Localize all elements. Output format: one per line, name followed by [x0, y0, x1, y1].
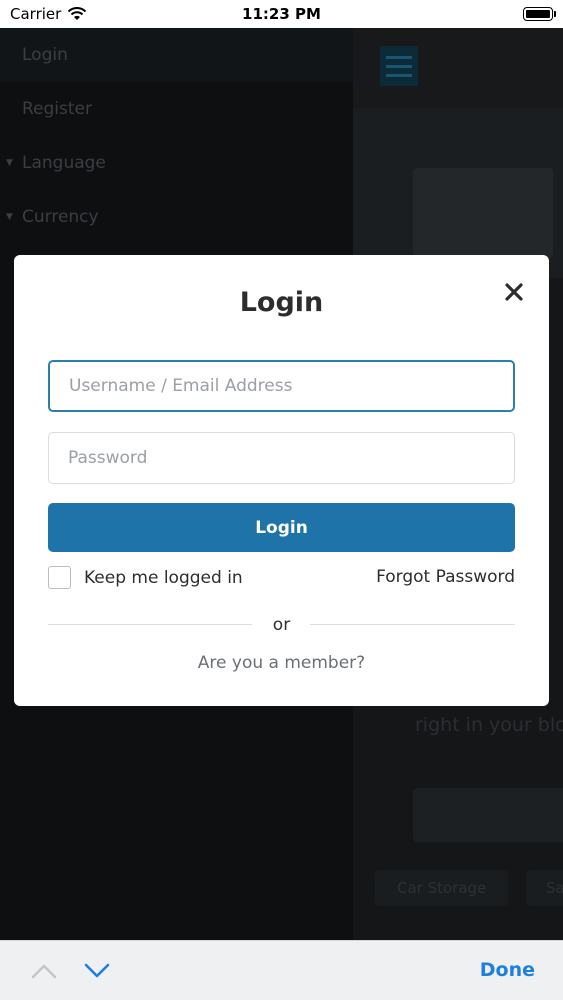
divider-right	[310, 624, 515, 625]
hero-image	[353, 108, 563, 278]
caret-down-icon: ▼	[6, 212, 13, 222]
keyboard-accessory-bar: Done	[0, 940, 563, 1000]
side-menu-item-label: Register	[22, 99, 92, 119]
keep-logged-in-option[interactable]: Keep me logged in	[48, 566, 243, 589]
done-button[interactable]: Done	[480, 959, 535, 981]
category-pill: Sa	[526, 870, 563, 906]
carrier-label: Carrier	[10, 5, 62, 23]
keep-logged-in-label: Keep me logged in	[84, 567, 243, 588]
side-menu-item-register[interactable]: Register	[0, 82, 353, 136]
previous-field-icon[interactable]	[30, 961, 58, 981]
side-menu-item-language[interactable]: ▼ Language	[0, 136, 353, 190]
close-icon	[505, 283, 523, 301]
side-menu-item-label: Currency	[22, 207, 99, 227]
battery-level	[526, 10, 550, 18]
site-header	[353, 28, 563, 108]
username-input[interactable]	[48, 360, 515, 412]
side-menu-item-currency[interactable]: ▼ Currency	[0, 190, 353, 244]
hero-shape	[413, 168, 553, 258]
side-menu-item-login[interactable]: Login	[0, 28, 353, 82]
status-left: Carrier	[10, 5, 87, 23]
status-bar: Carrier 11:23 PM	[0, 0, 563, 28]
divider-or: or	[272, 615, 291, 635]
car-storage-pill: Car Storage	[375, 870, 509, 906]
hamburger-menu-icon[interactable]	[380, 46, 418, 86]
modal-title: Login	[239, 287, 324, 318]
close-button[interactable]	[499, 277, 529, 307]
wifi-icon	[68, 7, 87, 20]
login-button[interactable]: Login	[48, 503, 515, 552]
battery-icon	[523, 7, 556, 21]
hero-text: right in your blo	[415, 714, 563, 736]
side-menu-item-label: Login	[22, 45, 68, 65]
hero-search-field	[413, 788, 563, 842]
side-menu-item-label: Language	[22, 153, 106, 173]
login-modal: Login Login Keep me logged in Forgot Pas…	[14, 255, 549, 706]
keep-logged-in-checkbox[interactable]	[48, 566, 71, 589]
caret-down-icon: ▼	[6, 158, 13, 168]
password-input[interactable]	[48, 432, 515, 484]
forgot-password-link[interactable]: Forgot Password	[376, 567, 515, 587]
next-field-icon[interactable]	[83, 961, 111, 981]
member-link[interactable]: Are you a member?	[14, 653, 549, 673]
